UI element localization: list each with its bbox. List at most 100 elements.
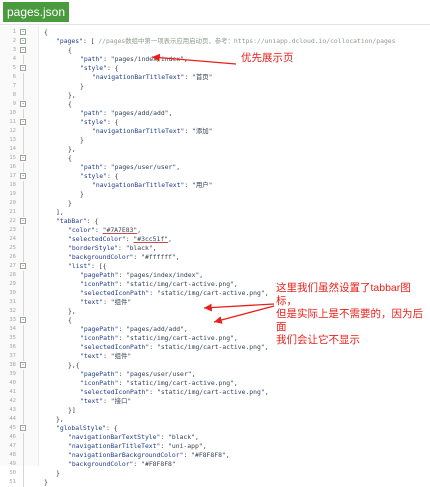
fold-toggle-icon[interactable]: - bbox=[20, 119, 26, 125]
code-text: "style": { bbox=[44, 118, 118, 127]
fold-guide bbox=[23, 253, 24, 262]
code-text: "style": { bbox=[44, 64, 118, 73]
code-token: "backgroundColor" bbox=[68, 253, 134, 261]
fold-guide bbox=[23, 208, 24, 217]
code-text: "pages": [ //pages数组中第一项表示应用启动页，参考：https… bbox=[44, 37, 396, 46]
fold-guide bbox=[23, 235, 24, 244]
fold-guide bbox=[23, 442, 24, 451]
line-number: 25 bbox=[9, 245, 16, 251]
code-token: "static/img/cart-active.png" bbox=[126, 379, 234, 387]
code-token: "iconPath" bbox=[80, 280, 119, 288]
line-number: 34 bbox=[9, 326, 16, 332]
code-line: 10 "path": "pages/add/add", bbox=[0, 109, 430, 118]
fold-guide bbox=[23, 406, 24, 415]
code-token: } bbox=[80, 190, 84, 198]
code-text: } bbox=[44, 469, 60, 478]
fold-toggle-icon[interactable]: - bbox=[20, 101, 26, 107]
code-line: 16 "path": "pages/user/user", bbox=[0, 163, 430, 172]
fold-toggle-icon[interactable]: - bbox=[20, 263, 26, 269]
code-token: , bbox=[183, 55, 188, 63]
code-line: 38-},{ bbox=[0, 361, 430, 370]
code-token: : bbox=[184, 127, 193, 135]
line-number: 35 bbox=[9, 335, 16, 341]
code-token: , bbox=[176, 163, 181, 171]
code-text: "iconPath": "static/img/cart-active.png"… bbox=[44, 334, 238, 343]
code-line: 28 "pagePath": "pages/index/index", bbox=[0, 271, 430, 280]
fold-toggle-icon[interactable]: - bbox=[20, 155, 26, 161]
editor-tab-bar: pages.json bbox=[0, 0, 430, 25]
code-token: , bbox=[233, 379, 238, 387]
line-number: 27 bbox=[9, 263, 16, 269]
code-text: "iconPath": "static/img/cart-active.png"… bbox=[44, 379, 238, 388]
fold-guide bbox=[23, 136, 24, 145]
line-number: 19 bbox=[9, 191, 16, 197]
code-line: 9- { bbox=[0, 100, 430, 109]
fold-toggle-icon[interactable]: - bbox=[20, 218, 26, 224]
code-line: 21], bbox=[0, 208, 430, 217]
code-line: 48 "navigationBarBackgroundColor": "#F8F8… bbox=[0, 451, 430, 460]
code-token: , bbox=[191, 370, 196, 378]
code-token: "navigationBarBackgroundColor" bbox=[68, 451, 184, 459]
fold-toggle-icon[interactable]: - bbox=[20, 362, 26, 368]
code-text: "style": { bbox=[44, 172, 118, 181]
fold-guide bbox=[23, 334, 24, 343]
fold-guide bbox=[23, 397, 24, 406]
code-token: "selectedIconPath" bbox=[80, 388, 150, 396]
line-number: 28 bbox=[9, 272, 16, 278]
code-token: "static/img/cart-active.png" bbox=[126, 334, 234, 342]
code-token: : bbox=[103, 352, 111, 360]
fold-toggle-icon[interactable]: - bbox=[20, 29, 26, 35]
code-token: //pages数组中第一项表示应用启动页，参考：https://uniapp.d… bbox=[98, 37, 396, 45]
code-token: , bbox=[233, 280, 238, 288]
fold-guide bbox=[23, 199, 24, 208]
line-number: 17 bbox=[9, 173, 16, 179]
fold-toggle-icon[interactable]: - bbox=[20, 425, 26, 431]
code-line: 17- "style": { bbox=[0, 172, 430, 181]
line-number: 33 bbox=[9, 317, 16, 323]
code-text: "iconPath": "static/img/cart-active.png"… bbox=[44, 280, 238, 289]
fold-toggle-icon[interactable]: - bbox=[20, 65, 26, 71]
line-number: 15 bbox=[9, 155, 16, 161]
line-number: 43 bbox=[9, 407, 16, 413]
code-text: { bbox=[44, 46, 72, 55]
code-token: { bbox=[68, 154, 72, 162]
code-token: : bbox=[149, 388, 157, 396]
code-text: }, bbox=[44, 91, 76, 100]
line-number: 18 bbox=[9, 182, 16, 188]
code-token: }] bbox=[68, 406, 76, 414]
fold-toggle-icon[interactable]: - bbox=[20, 47, 26, 53]
line-number: 31 bbox=[9, 299, 16, 305]
file-tab-pages-json[interactable]: pages.json bbox=[3, 2, 69, 22]
code-text: "text": "接口" bbox=[44, 397, 131, 406]
code-token: , bbox=[152, 244, 157, 252]
code-token: "#F8F8F8" bbox=[141, 460, 176, 468]
line-number: 32 bbox=[9, 308, 16, 314]
fold-guide bbox=[23, 370, 24, 379]
code-editor[interactable]: 1-{2- "pages": [ //pages数组中第一项表示应用启动页，参考：… bbox=[0, 26, 430, 487]
fold-toggle-icon[interactable]: - bbox=[20, 173, 26, 179]
code-text: } bbox=[44, 199, 72, 208]
code-token: : bbox=[103, 298, 111, 306]
code-line: 8}, bbox=[0, 91, 430, 100]
code-text: "color": "#7A7E83", bbox=[44, 226, 141, 235]
code-text: "path": "pages/add/add", bbox=[44, 109, 172, 118]
annotation-line-3: 我们会让它不显示 bbox=[276, 334, 360, 346]
code-token: } bbox=[68, 199, 72, 207]
code-line: 40 "iconPath": "static/img/cart-active.pn… bbox=[0, 379, 430, 388]
code-text: "path": "pages/user/user", bbox=[44, 163, 180, 172]
code-token: { bbox=[68, 46, 72, 54]
code-text: "list": [{ bbox=[44, 262, 106, 271]
code-token: } bbox=[80, 82, 84, 90]
code-token: : bbox=[133, 460, 142, 468]
fold-toggle-icon[interactable]: - bbox=[20, 38, 26, 44]
code-token: "path" bbox=[80, 55, 104, 63]
fold-toggle-icon[interactable]: - bbox=[20, 317, 26, 323]
line-number: 2 bbox=[12, 38, 16, 44]
code-token: "globalStyle" bbox=[56, 424, 107, 432]
